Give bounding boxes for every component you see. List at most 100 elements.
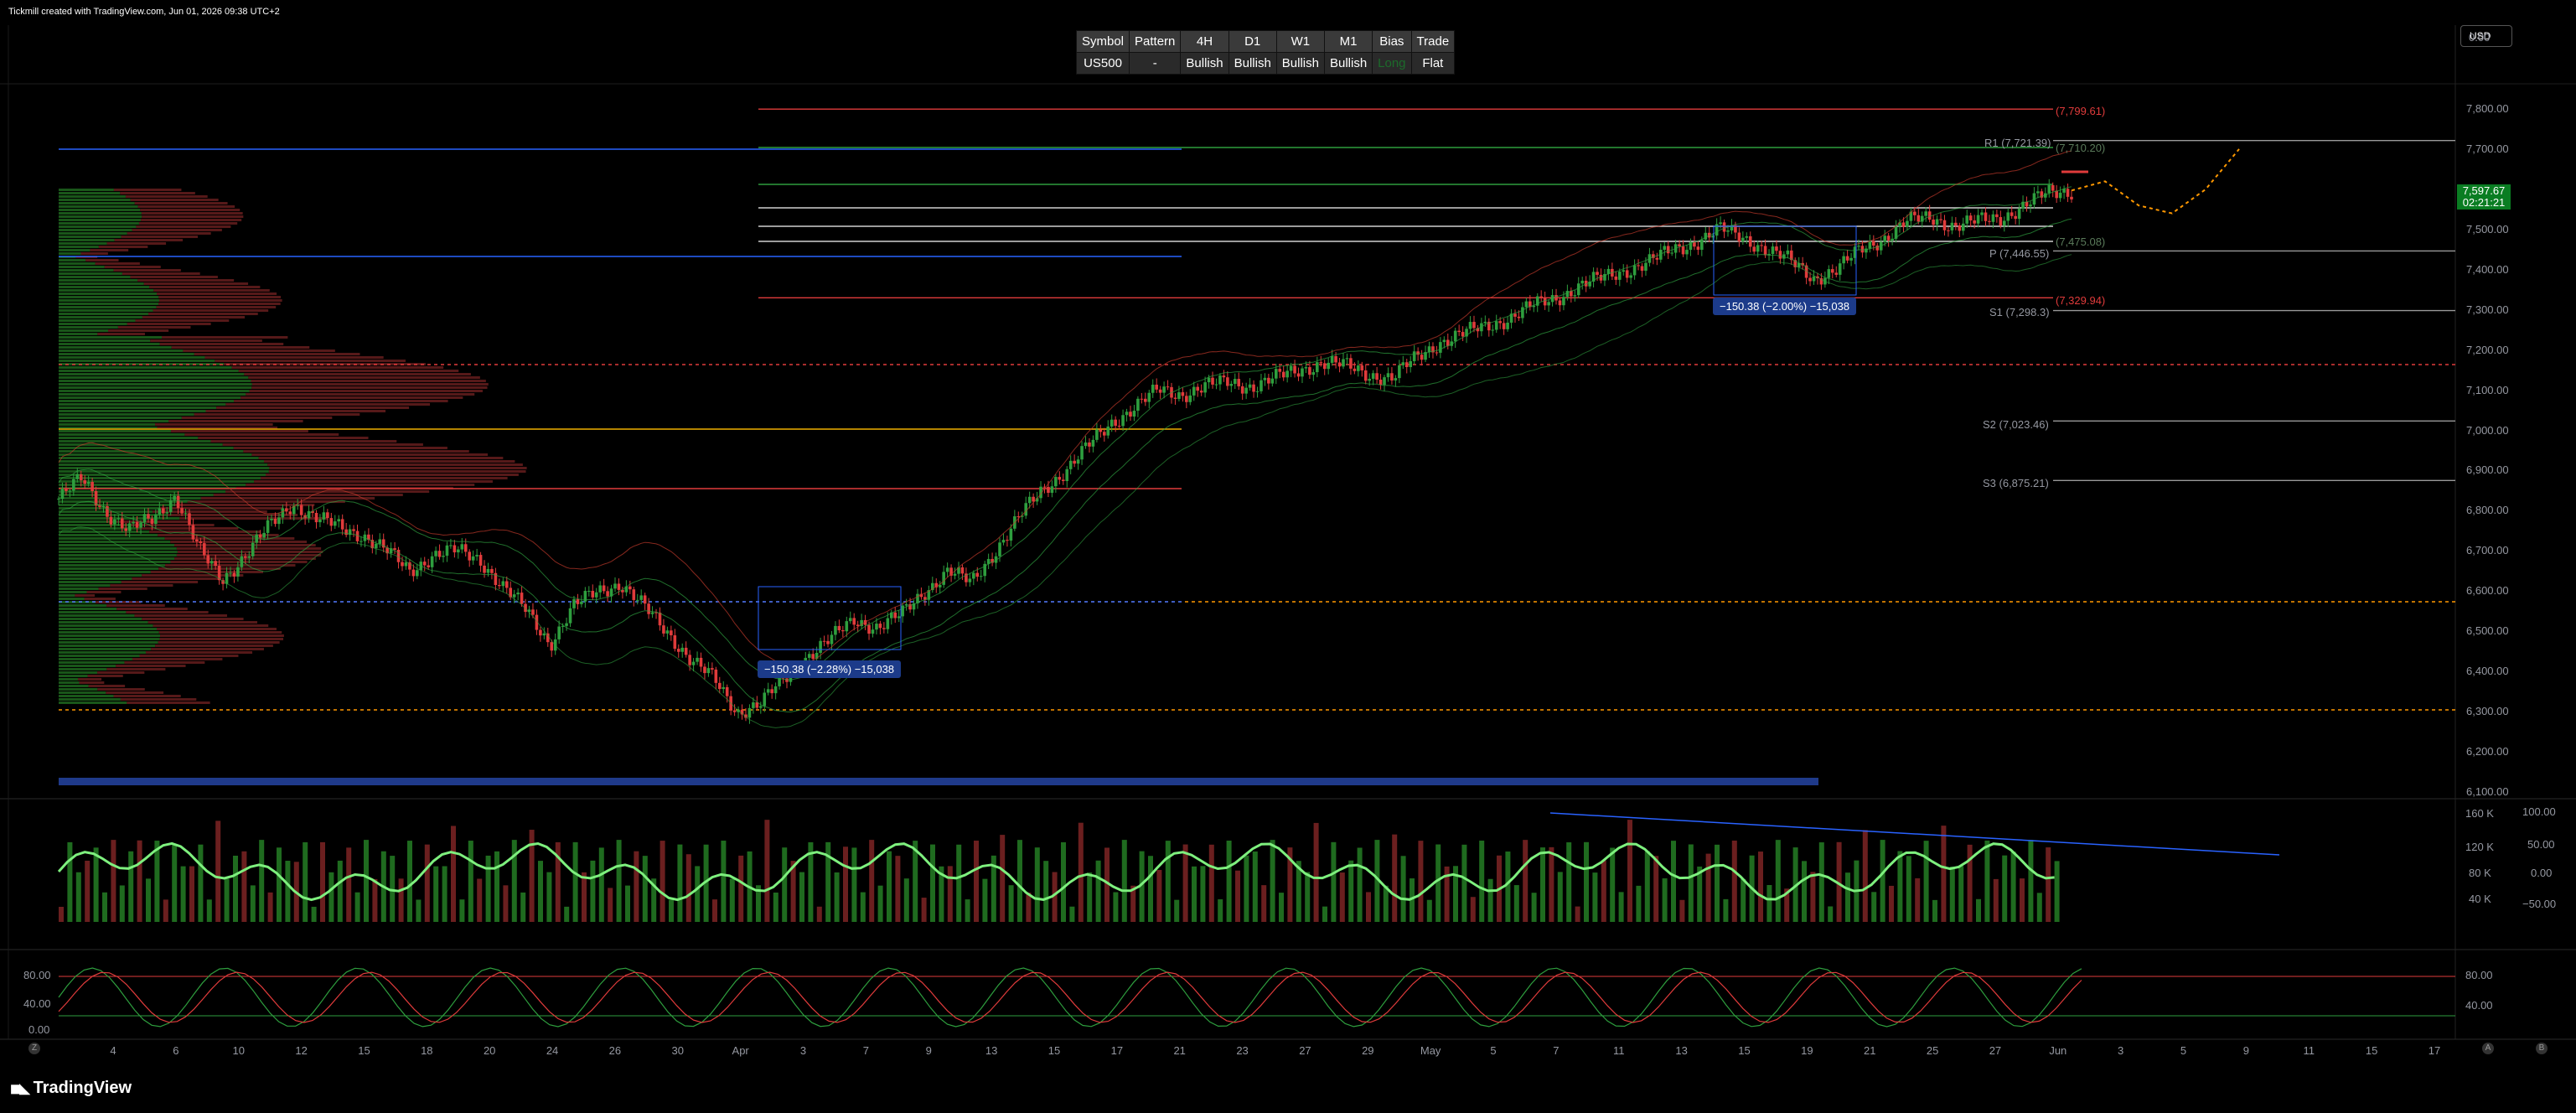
- candle-body: [2029, 204, 2032, 207]
- candle-body: [401, 562, 404, 567]
- volume-profile-bar: [97, 671, 145, 674]
- candle-body: [475, 555, 478, 556]
- candle-body: [1270, 378, 1275, 384]
- volume-profile-bar: [59, 510, 153, 513]
- candle-body: [628, 586, 632, 590]
- volume-bar: [669, 899, 674, 922]
- candle-body: [1229, 383, 1234, 386]
- volume-profile-bar: [158, 299, 282, 302]
- volume-bar: [259, 840, 265, 922]
- candle-body: [1106, 426, 1110, 436]
- volume-profile-bar: [97, 333, 145, 335]
- scale-z-button[interactable]: Z: [28, 1043, 40, 1054]
- candle-body: [1349, 358, 1353, 369]
- volume-bar: [1958, 866, 1964, 922]
- volume-bar: [1505, 852, 1511, 922]
- volume-profile-bar: [110, 584, 173, 587]
- volume-bar: [416, 899, 422, 922]
- tradingview-logo[interactable]: ◼◣ TradingView: [10, 1079, 132, 1098]
- volume-profile-bar: [136, 225, 231, 228]
- candle-body: [1849, 257, 1853, 261]
- time-axis-label: 6: [173, 1044, 179, 1057]
- volume-bar: [816, 906, 822, 922]
- price-axis-label: 7,400.00: [2466, 262, 2509, 276]
- candle-body: [229, 572, 232, 574]
- volume-bar: [1339, 872, 1345, 922]
- chart-canvas[interactable]: [0, 0, 2576, 1113]
- candle-body: [434, 551, 437, 556]
- volume-profile-bar: [59, 527, 140, 530]
- volume-profile-bar: [171, 346, 310, 349]
- candle-body: [714, 669, 718, 683]
- candle-body: [1398, 365, 1401, 379]
- volume-bar: [1113, 892, 1119, 922]
- volume-bar: [1279, 893, 1284, 922]
- candle-body: [550, 642, 554, 651]
- volume-profile-bar: [59, 360, 215, 362]
- candle-body: [1207, 377, 1211, 383]
- candle-body: [255, 534, 258, 543]
- volume-profile-bar: [59, 343, 160, 345]
- volume-profile-bar: [145, 651, 253, 654]
- candle-body: [1375, 373, 1379, 380]
- volume-profile-bar: [59, 655, 140, 657]
- volume-axis-label: 120 K: [2465, 841, 2494, 853]
- candle-body: [437, 551, 442, 557]
- volume-profile-bar: [59, 661, 125, 664]
- volume-bar: [1087, 872, 1093, 922]
- volume-bar: [1575, 906, 1580, 922]
- volume-bar: [1644, 851, 1650, 922]
- candle-body: [209, 561, 214, 564]
- volume-profile-bar: [59, 691, 106, 694]
- volume-profile-bar: [142, 215, 244, 218]
- candle-body: [979, 576, 983, 577]
- volume-profile-bar: [225, 403, 431, 406]
- candle-body: [893, 612, 897, 619]
- candle-body: [886, 618, 890, 629]
- time-axis-label: 9: [925, 1044, 932, 1057]
- volume-bar: [1592, 872, 1598, 922]
- volume-bar: [974, 841, 979, 922]
- log-scale-button[interactable]: B: [2536, 1043, 2548, 1054]
- volume-profile-bar: [59, 396, 241, 399]
- time-axis-label: 15: [1738, 1044, 1751, 1057]
- time-axis-label: 9: [2242, 1044, 2250, 1057]
- volume-profile-bar: [121, 236, 199, 238]
- stoch-axis-label-right: 80.00: [2465, 969, 2493, 981]
- candle-body: [116, 518, 121, 520]
- stoch-axis-label: 0.00: [28, 1023, 50, 1036]
- candle-body: [299, 505, 303, 515]
- candle-body: [1830, 269, 1834, 273]
- volume-profile-bar: [153, 309, 269, 312]
- volume-profile-bar: [269, 467, 527, 469]
- volume-profile-bar: [59, 269, 114, 272]
- auto-scale-button[interactable]: A: [2482, 1043, 2494, 1054]
- time-axis-label: May: [1420, 1044, 1441, 1057]
- volume-profile-bar: [59, 353, 194, 355]
- current-price-tag: 7,597.67 02:21:21: [2457, 184, 2511, 210]
- volume-profile-bar: [59, 410, 206, 412]
- pivot-p-label: P (7,446.55): [1989, 247, 2050, 260]
- volume-bar: [1244, 855, 1249, 922]
- volume-profile-bar: [158, 641, 280, 644]
- candle-body: [1719, 222, 1722, 225]
- candle-body: [1296, 373, 1301, 377]
- candle-body: [1906, 220, 1909, 227]
- volume-bar: [1993, 878, 1999, 922]
- candle-body: [998, 542, 1001, 556]
- candle-body: [1416, 351, 1420, 355]
- candle-body: [1151, 384, 1155, 393]
- volume-bar: [685, 854, 691, 922]
- volume-profile-bar: [59, 467, 270, 469]
- volume-bar: [982, 878, 988, 922]
- candle-body: [1027, 496, 1032, 504]
- volume-bar: [1984, 840, 1990, 922]
- volume-profile-bar: [137, 279, 235, 282]
- volume-bar: [189, 866, 194, 922]
- candle-body: [1782, 254, 1786, 259]
- volume-profile-bar: [173, 504, 315, 506]
- candle-body: [1558, 300, 1562, 306]
- candle-body: [1125, 412, 1129, 416]
- volume-profile-bar: [59, 400, 235, 402]
- candle-body: [109, 516, 113, 525]
